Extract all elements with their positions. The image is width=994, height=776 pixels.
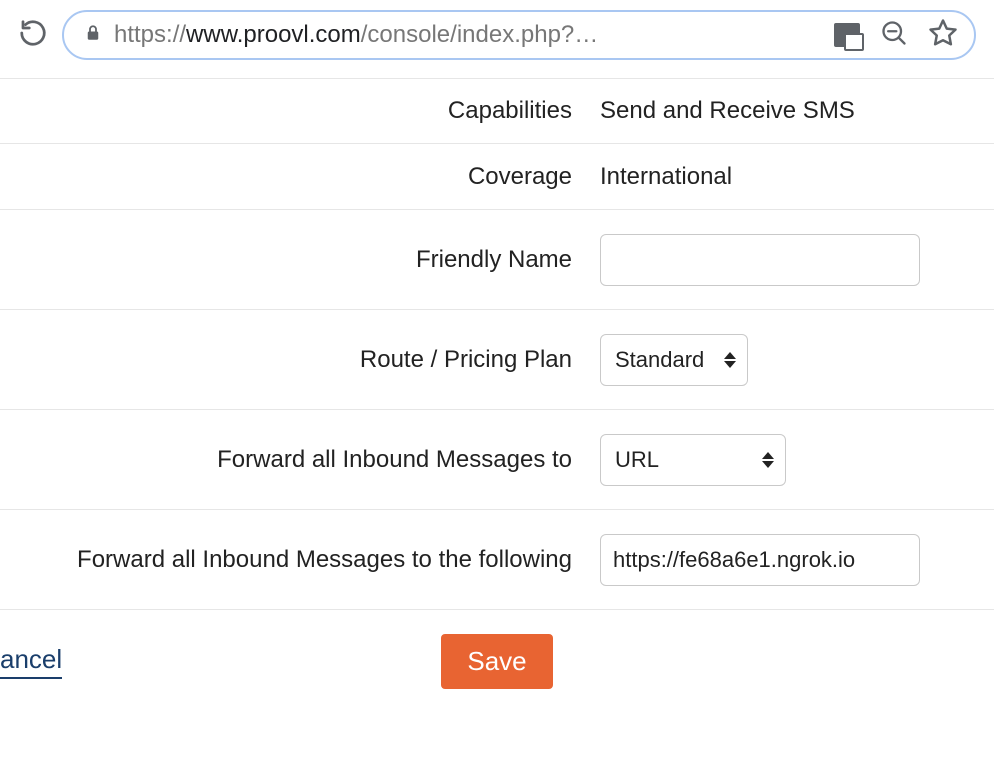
url-bar[interactable]: https://www.proovl.com/console/index.php…	[62, 10, 976, 60]
forward-url-input[interactable]	[600, 534, 920, 586]
reload-icon[interactable]	[18, 18, 48, 53]
form-actions: ancel Save	[0, 610, 994, 717]
label-friendly-name: Friendly Name	[0, 246, 600, 274]
settings-form: Capabilities Send and Receive SMS Covera…	[0, 78, 994, 717]
urlbar-actions	[834, 18, 958, 53]
label-route-plan: Route / Pricing Plan	[0, 346, 600, 374]
label-coverage: Coverage	[0, 163, 600, 191]
save-button[interactable]: Save	[441, 634, 552, 689]
bookmark-star-icon[interactable]	[928, 18, 958, 53]
value-capabilities: Send and Receive SMS	[600, 97, 994, 125]
url-domain: www.proovl.com	[186, 21, 361, 49]
url-path: /console/index.php?…	[361, 21, 599, 49]
browser-toolbar: https://www.proovl.com/console/index.php…	[0, 0, 994, 78]
cancel-link[interactable]: ancel	[0, 644, 62, 679]
label-forward-to: Forward all Inbound Messages to	[0, 446, 600, 474]
row-friendly-name: Friendly Name	[0, 210, 994, 310]
row-route-plan: Route / Pricing Plan Standard	[0, 310, 994, 410]
url-text: https://www.proovl.com/console/index.php…	[114, 21, 822, 49]
forward-to-select[interactable]: URL	[600, 434, 786, 486]
row-forward-url: Forward all Inbound Messages to the foll…	[0, 510, 994, 610]
label-forward-url: Forward all Inbound Messages to the foll…	[0, 546, 600, 574]
url-scheme: https://	[114, 21, 186, 49]
row-forward-to: Forward all Inbound Messages to URL	[0, 410, 994, 510]
translate-icon[interactable]	[834, 23, 860, 47]
zoom-out-icon[interactable]	[880, 19, 908, 52]
friendly-name-input[interactable]	[600, 234, 920, 286]
row-coverage: Coverage International	[0, 144, 994, 210]
route-plan-select[interactable]: Standard	[600, 334, 748, 386]
label-capabilities: Capabilities	[0, 97, 600, 125]
row-capabilities: Capabilities Send and Receive SMS	[0, 78, 994, 144]
lock-icon	[84, 22, 102, 49]
value-coverage: International	[600, 163, 994, 191]
